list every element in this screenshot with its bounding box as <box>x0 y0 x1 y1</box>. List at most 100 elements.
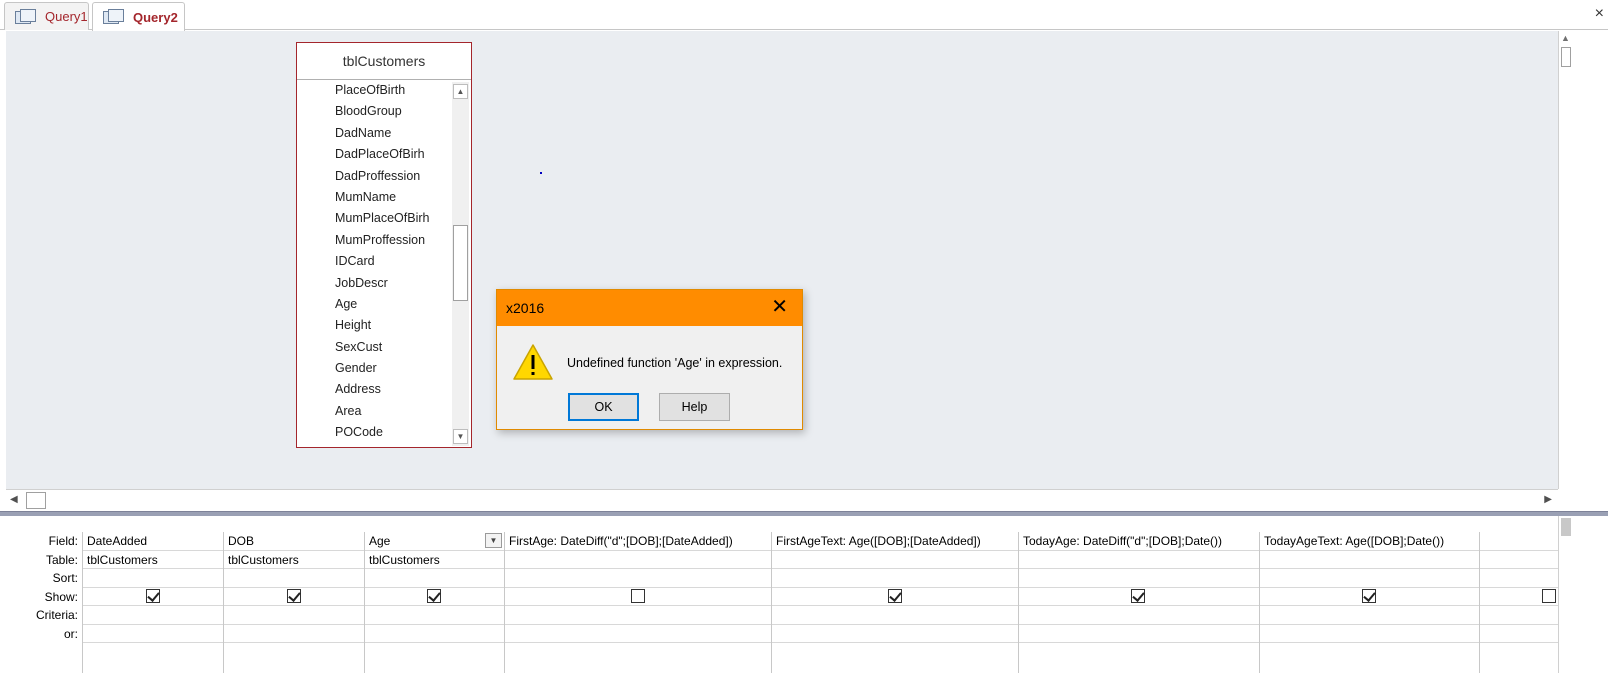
scroll-up-icon[interactable]: ▲ <box>453 84 468 99</box>
scroll-thumb[interactable] <box>1561 518 1571 536</box>
help-button[interactable]: Help <box>659 393 730 421</box>
criteria-cell[interactable] <box>1019 606 1259 625</box>
show-checkbox[interactable] <box>146 588 160 603</box>
table-cell[interactable]: tblCustomers <box>365 551 504 569</box>
field-list-title[interactable]: tblCustomers <box>297 43 471 80</box>
criteria-cell[interactable] <box>224 606 364 625</box>
table-cell[interactable] <box>505 551 771 569</box>
show-cell <box>1480 588 1558 606</box>
dialog-title-bar[interactable]: x2016 ✕ <box>497 290 802 326</box>
table-cell[interactable] <box>1480 551 1558 569</box>
sort-cell[interactable] <box>1480 569 1558 588</box>
scroll-thumb[interactable] <box>453 225 468 301</box>
sort-cell[interactable] <box>224 569 364 588</box>
or-cell[interactable] <box>1480 625 1558 643</box>
row-label-table: Table: <box>45 552 78 567</box>
or-cell[interactable] <box>224 625 364 643</box>
field-cell[interactable]: TodayAge: DateDiff("d";[DOB];Date()) <box>1019 532 1259 551</box>
scroll-thumb[interactable] <box>26 492 46 509</box>
field-cell[interactable]: Age ▼ <box>365 532 504 551</box>
ok-button[interactable]: OK <box>568 393 639 421</box>
table-cell[interactable] <box>1260 551 1479 569</box>
field-cell[interactable]: DOB <box>224 532 364 551</box>
field-item[interactable]: PlaceOfBirth <box>297 80 452 101</box>
criteria-cell[interactable] <box>505 606 771 625</box>
table-cell[interactable] <box>1019 551 1259 569</box>
show-checkbox[interactable] <box>888 588 902 603</box>
sort-cell[interactable] <box>1260 569 1479 588</box>
field-item[interactable]: BloodGroup <box>297 101 452 122</box>
dialog-title: x2016 <box>506 300 545 316</box>
criteria-cell[interactable] <box>772 606 1018 625</box>
field-cell[interactable] <box>1480 532 1558 551</box>
table-cell[interactable]: tblCustomers <box>224 551 364 569</box>
tab-query1[interactable]: Query1 <box>4 2 89 30</box>
field-item[interactable]: POCode <box>297 422 452 443</box>
field-list-items: PlaceOfBirth BloodGroup DadName DadPlace… <box>297 80 452 447</box>
show-checkbox[interactable] <box>1131 588 1145 603</box>
scroll-right-icon[interactable]: ▶ <box>1544 494 1552 505</box>
show-cell <box>772 588 1018 606</box>
criteria-cell[interactable] <box>1480 606 1558 625</box>
close-icon[interactable]: ✕ <box>771 296 788 318</box>
criteria-cell[interactable] <box>365 606 504 625</box>
show-checkbox[interactable] <box>427 588 441 603</box>
sort-cell[interactable] <box>365 569 504 588</box>
or-cell[interactable] <box>505 625 771 643</box>
field-cell[interactable]: DateAdded <box>83 532 223 551</box>
design-horizontal-scrollbar[interactable]: ◀ ▶ <box>6 489 1558 511</box>
cursor-dot <box>540 172 542 174</box>
field-item[interactable]: Address <box>297 379 452 400</box>
or-cell[interactable] <box>83 625 223 643</box>
grid-vertical-scrollbar[interactable] <box>1558 516 1573 673</box>
scroll-left-icon[interactable]: ◀ <box>10 494 18 505</box>
show-cell <box>505 588 771 606</box>
sort-cell[interactable] <box>505 569 771 588</box>
or-cell[interactable] <box>772 625 1018 643</box>
sort-cell[interactable] <box>83 569 223 588</box>
field-item[interactable]: DadPlaceOfBirh <box>297 144 452 165</box>
scroll-thumb[interactable] <box>1561 47 1571 67</box>
field-cell[interactable]: FirstAge: DateDiff("d";[DOB];[DateAdded]… <box>505 532 771 551</box>
scroll-up-icon[interactable]: ▲ <box>1561 33 1570 43</box>
criteria-cell[interactable] <box>83 606 223 625</box>
field-item[interactable]: Gender <box>297 358 452 379</box>
or-cell[interactable] <box>1019 625 1259 643</box>
field-item[interactable]: MumProffession <box>297 230 452 251</box>
field-item[interactable]: MumName <box>297 187 452 208</box>
or-cell[interactable] <box>365 625 504 643</box>
table-field-list[interactable]: tblCustomers PlaceOfBirth BloodGroup Dad… <box>296 42 472 448</box>
field-item[interactable]: JobDescr <box>297 273 452 294</box>
show-checkbox[interactable] <box>1362 588 1376 603</box>
tab-query2[interactable]: Query2 <box>92 2 185 31</box>
close-document-icon[interactable]: × <box>1595 5 1604 23</box>
sort-cell[interactable] <box>1019 569 1259 588</box>
table-cell[interactable]: tblCustomers <box>83 551 223 569</box>
show-checkbox[interactable] <box>631 588 645 603</box>
show-checkbox[interactable] <box>287 588 301 603</box>
field-item[interactable]: IDCard <box>297 251 452 272</box>
warning-icon <box>513 344 553 380</box>
field-item[interactable]: MumPlaceOfBirh <box>297 208 452 229</box>
field-item[interactable]: Age <box>297 294 452 315</box>
grid-column: TodayAgeText: Age([DOB];Date()) <box>1259 532 1479 673</box>
design-vertical-scrollbar[interactable]: ▲ <box>1558 31 1573 489</box>
field-list-scrollbar[interactable]: ▲ ▼ <box>452 82 469 446</box>
sort-cell[interactable] <box>772 569 1018 588</box>
field-item[interactable]: Area <box>297 401 452 422</box>
criteria-cell[interactable] <box>1260 606 1479 625</box>
dropdown-arrow-icon[interactable]: ▼ <box>485 533 502 548</box>
table-cell[interactable] <box>772 551 1018 569</box>
field-item[interactable]: DadProffession <box>297 166 452 187</box>
row-label-field: Field: <box>48 534 78 548</box>
field-cell-text: Age <box>369 534 391 548</box>
grid-column <box>1479 532 1558 673</box>
show-checkbox[interactable] <box>1542 588 1556 603</box>
field-item[interactable]: DadName <box>297 123 452 144</box>
field-cell[interactable]: FirstAgeText: Age([DOB];[DateAdded]) <box>772 532 1018 551</box>
field-cell[interactable]: TodayAgeText: Age([DOB];Date()) <box>1260 532 1479 551</box>
field-item[interactable]: Height <box>297 315 452 336</box>
or-cell[interactable] <box>1260 625 1479 643</box>
scroll-down-icon[interactable]: ▼ <box>453 429 468 444</box>
field-item[interactable]: SexCust <box>297 337 452 358</box>
